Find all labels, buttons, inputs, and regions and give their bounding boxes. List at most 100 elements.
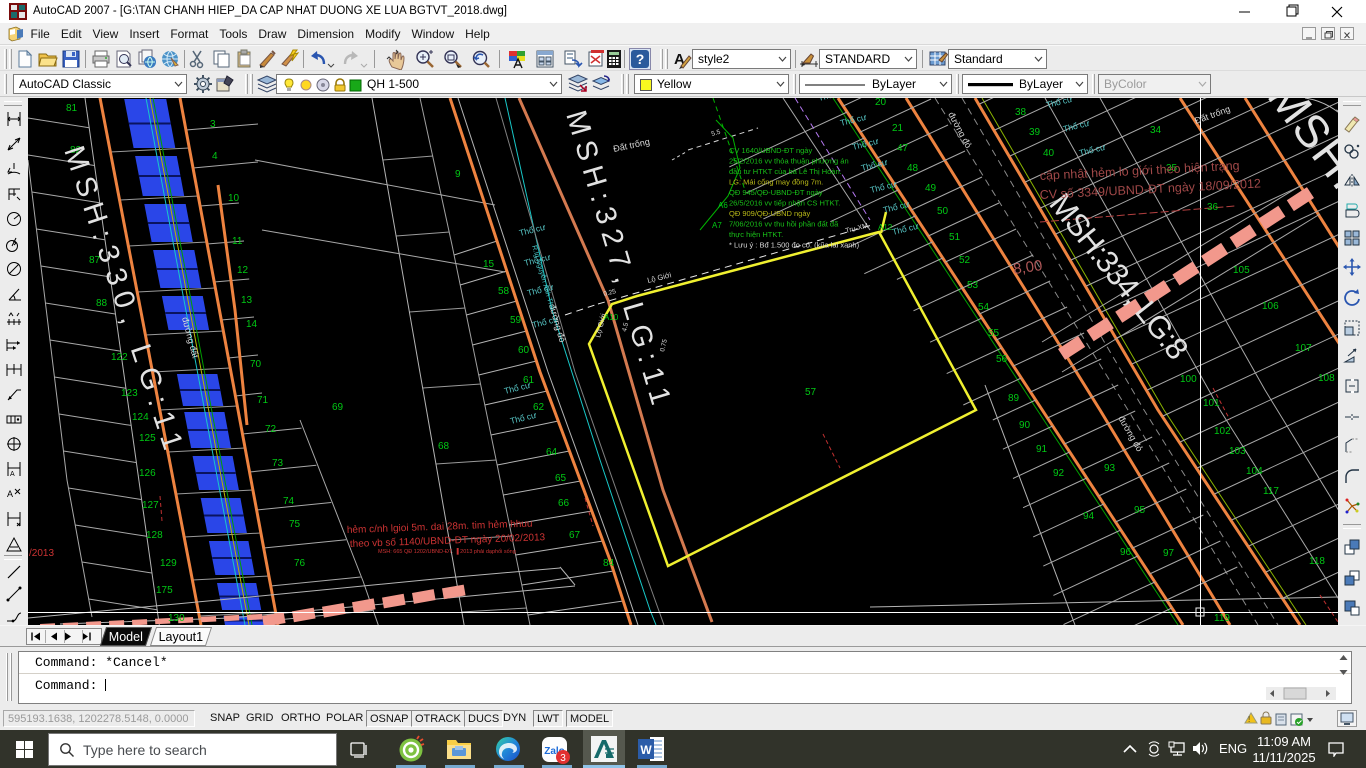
svg-text:?: ?	[636, 51, 645, 67]
svg-text:QĐ 909/QĐ-UBND ngày: QĐ 909/QĐ-UBND ngày	[729, 209, 811, 218]
svg-text:60: 60	[518, 345, 530, 356]
svg-text:38: 38	[1015, 107, 1027, 118]
svg-text:34: 34	[1150, 125, 1162, 136]
svg-text:69: 69	[332, 402, 344, 413]
svg-text:Thổ cư: Thổ cư	[1045, 98, 1074, 110]
svg-text:127: 127	[142, 500, 159, 511]
svg-text:3: 3	[210, 119, 216, 130]
svg-text:Thổ cư: Thổ cư	[1062, 118, 1091, 134]
svg-text:96: 96	[1120, 547, 1132, 558]
svg-text:Đất trống: Đất trống	[612, 136, 650, 153]
svg-text:90: 90	[1019, 420, 1031, 431]
svg-text:94: 94	[1083, 511, 1095, 522]
svg-text:W: W	[640, 743, 652, 757]
svg-text:15: 15	[483, 259, 495, 270]
svg-text:20: 20	[875, 98, 887, 108]
svg-text:71: 71	[257, 395, 269, 406]
svg-text:9: 9	[455, 169, 461, 180]
svg-text:95: 95	[1134, 505, 1146, 516]
svg-text:55: 55	[988, 328, 1000, 339]
svg-text:4: 4	[212, 151, 218, 162]
svg-text:117: 117	[1263, 486, 1279, 497]
svg-text:CV 1640/UBND-ĐT ngày: CV 1640/UBND-ĐT ngày	[729, 146, 812, 155]
svg-text:Lộ Giới: Lộ Giới	[646, 270, 672, 285]
svg-text:108: 108	[1318, 373, 1335, 384]
svg-text:Thổ cư: Thổ cư	[1078, 142, 1107, 158]
svg-text:14: 14	[246, 319, 258, 330]
svg-text:47: 47	[897, 143, 909, 154]
svg-text:Trụ-XM: Trụ-XM	[845, 223, 869, 235]
svg-text:MSH: 665 QĐ 1202/UBND-ĐT. ▐ 20: MSH: 665 QĐ 1202/UBND-ĐT. ▐ 2013 phải dạ…	[378, 548, 516, 555]
svg-text:119: 119	[1214, 613, 1230, 624]
svg-text:68: 68	[438, 441, 450, 452]
svg-text:103: 103	[1229, 446, 1246, 457]
svg-text:65: 65	[555, 473, 567, 484]
svg-text:52: 52	[959, 255, 971, 266]
svg-text:MSH:327, LG:11: MSH:327, LG:11	[559, 107, 678, 415]
svg-text:101: 101	[1203, 398, 1220, 409]
svg-text:75: 75	[289, 519, 301, 530]
svg-text:130: 130	[168, 613, 185, 624]
svg-text:48: 48	[907, 163, 919, 174]
svg-text:51: 51	[949, 232, 961, 243]
svg-text:104: 104	[1246, 466, 1263, 477]
svg-text:97: 97	[1163, 548, 1175, 559]
svg-text:57: 57	[805, 387, 817, 398]
svg-text:40: 40	[1043, 148, 1055, 159]
svg-text:72: 72	[265, 424, 277, 435]
svg-text:50: 50	[937, 206, 949, 217]
svg-text:13: 13	[241, 295, 253, 306]
svg-text:54: 54	[978, 302, 990, 313]
svg-text:/2013: /2013	[29, 548, 54, 559]
svg-text:thực hiện HTKT.: thực hiện HTKT.	[729, 230, 783, 239]
svg-text:100: 100	[1180, 374, 1197, 385]
svg-text:66: 66	[558, 498, 570, 509]
svg-text:73: 73	[272, 458, 284, 469]
svg-text:!: !	[1248, 715, 1250, 724]
svg-text:89: 89	[1008, 393, 1020, 404]
svg-text:0.75: 0.75	[659, 338, 669, 352]
svg-text:93: 93	[1104, 463, 1116, 474]
svg-text:81: 81	[66, 103, 78, 114]
svg-text:12: 12	[237, 265, 249, 276]
svg-text:56: 56	[996, 354, 1008, 365]
svg-text:126: 126	[139, 468, 156, 479]
svg-text:LG: Mái cổng may đồng 7m.: LG: Mái cổng may đồng 7m.	[729, 178, 823, 187]
svg-text:59: 59	[510, 315, 522, 326]
svg-text:8,00: 8,00	[1012, 257, 1043, 278]
svg-text:67: 67	[569, 530, 581, 541]
svg-text:107: 107	[1295, 343, 1312, 354]
svg-text:QĐ 945/QĐ-UBND-ĐT ngày: QĐ 945/QĐ-UBND-ĐT ngày	[729, 188, 823, 197]
svg-text:74: 74	[283, 496, 295, 507]
svg-text:92: 92	[1053, 468, 1065, 479]
svg-text:64: 64	[546, 447, 558, 458]
svg-text:Đất trống: Đất trống	[1193, 104, 1231, 126]
svg-text:đường đỏ: đường đỏ	[946, 110, 973, 150]
svg-text:21: 21	[892, 123, 904, 134]
svg-text:58: 58	[498, 286, 510, 297]
svg-text:91: 91	[1036, 444, 1048, 455]
svg-text:84: 84	[603, 558, 615, 569]
svg-text:25/2/2016 vv thỏa thuận phương: 25/2/2016 vv thỏa thuận phương án	[729, 157, 849, 166]
svg-text:Thổ cư: Thổ cư	[851, 136, 880, 152]
svg-text:3: 3	[560, 753, 566, 764]
svg-text:đầu tư HTKT của bà Lê Thị Hoàn: đầu tư HTKT của bà Lê Thị Hoàn.	[729, 167, 842, 176]
svg-text:70: 70	[250, 359, 262, 370]
svg-text:49: 49	[925, 183, 937, 194]
svg-text:A: A	[7, 489, 13, 499]
svg-text:A10: A10	[604, 313, 619, 322]
svg-text:88: 88	[96, 298, 108, 309]
svg-text:Thổ cư: Thổ cư	[503, 380, 532, 396]
svg-text:53: 53	[967, 280, 979, 291]
svg-text:26/5/2016 vv tiếp nhận CS HTKT: 26/5/2016 vv tiếp nhận CS HTKT.	[729, 199, 840, 208]
svg-text:* Lưu ý : Bđ 1.500 đo có. (kũa: * Lưu ý : Bđ 1.500 đo có. (kũa lai xanh)	[729, 241, 860, 250]
svg-text:10: 10	[228, 193, 240, 204]
svg-text:Thổ cư: Thổ cư	[891, 221, 920, 237]
svg-text:76: 76	[294, 558, 306, 569]
svg-text:A: A	[10, 471, 15, 478]
svg-text:118: 118	[1309, 556, 1325, 567]
svg-text:106: 106	[1262, 301, 1279, 312]
svg-text:Thổ cư: Thổ cư	[509, 410, 538, 426]
svg-text:129: 129	[160, 558, 177, 569]
svg-text:A12: A12	[878, 223, 893, 232]
